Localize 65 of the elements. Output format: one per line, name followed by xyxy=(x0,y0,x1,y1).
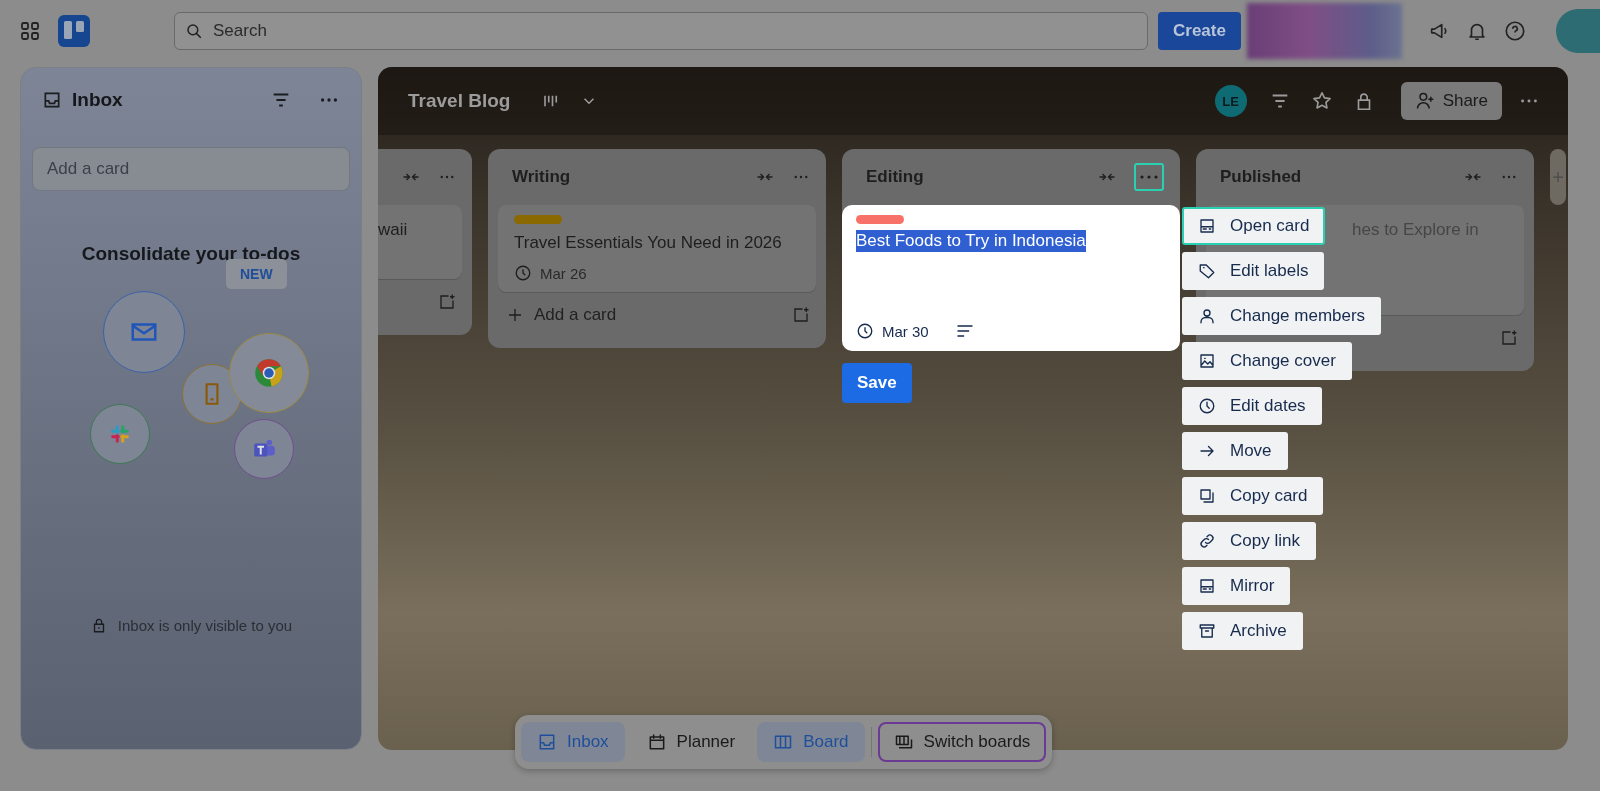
menu-item[interactable]: Move xyxy=(1182,432,1288,470)
search-field[interactable]: Search xyxy=(174,12,1148,50)
menu-item[interactable]: Open card xyxy=(1182,207,1326,245)
share-button[interactable]: Share xyxy=(1400,82,1502,120)
plus-icon xyxy=(506,306,524,324)
clock-icon xyxy=(1198,397,1216,415)
nav-tab[interactable]: Planner xyxy=(630,722,752,762)
add-card-field[interactable]: Add a card xyxy=(32,147,350,191)
card[interactable]: Travel Essentials You Need in 2026 Mar 26 xyxy=(498,205,816,292)
board-title[interactable]: Travel Blog xyxy=(408,90,511,112)
due-date: Mar 26 xyxy=(540,264,587,282)
help-icon[interactable] xyxy=(1503,20,1526,42)
menu-item[interactable]: Change members xyxy=(1182,297,1382,335)
card-template-icon[interactable] xyxy=(1500,329,1518,347)
list-title[interactable]: Published xyxy=(1220,167,1302,187)
inbox-icon xyxy=(537,732,557,752)
hash-icon xyxy=(109,423,131,445)
inbox-title: Inbox xyxy=(72,89,123,111)
columns-icon xyxy=(773,732,794,752)
menu-item[interactable]: Edit labels xyxy=(1182,252,1325,290)
archive-icon xyxy=(1198,622,1216,640)
menu-item[interactable]: Change cover xyxy=(1182,342,1352,380)
card-title: Travel Essentials You Need in 2026 xyxy=(514,232,783,254)
member-avatar[interactable]: LE xyxy=(1214,85,1247,117)
new-badge: NEW xyxy=(226,259,287,289)
privacy-note: Inbox is only visible to you xyxy=(117,616,293,634)
star-icon[interactable] xyxy=(1310,90,1333,112)
add-card-button[interactable]: Add a card xyxy=(506,305,617,325)
board-logo-icon[interactable] xyxy=(58,15,90,47)
card-title: waii xyxy=(378,219,409,241)
menu-item[interactable]: Edit dates xyxy=(1182,387,1322,425)
color-wheel-icon xyxy=(254,358,284,388)
tag-icon xyxy=(1198,262,1216,280)
plus-icon xyxy=(1553,172,1563,182)
card-editor[interactable]: Best Foods to Try in Indonesia Mar 30 xyxy=(842,205,1180,351)
clock-icon xyxy=(856,322,874,340)
card-title-field[interactable]: Best Foods to Try in Indonesia xyxy=(856,230,1086,252)
more-icon xyxy=(1140,175,1158,179)
apps-grid-icon[interactable] xyxy=(20,21,40,41)
create-button[interactable]: Create xyxy=(1158,12,1241,50)
menu-item[interactable]: Copy link xyxy=(1182,522,1316,560)
add-person-icon xyxy=(1414,91,1435,111)
search-icon xyxy=(185,22,203,40)
copy-icon xyxy=(1198,487,1216,505)
list-title[interactable]: Writing xyxy=(512,167,571,187)
menu-item[interactable]: Copy card xyxy=(1182,477,1324,515)
person-icon xyxy=(1198,307,1216,325)
list-menu-button[interactable] xyxy=(1134,163,1164,191)
nav-tab[interactable]: Switch boards xyxy=(877,722,1047,762)
card-icon xyxy=(1198,217,1216,235)
menu-item[interactable]: Mirror xyxy=(1182,567,1291,605)
add-list-button[interactable] xyxy=(1550,149,1566,205)
link-icon xyxy=(1198,532,1216,550)
stacked-boards-icon xyxy=(893,732,914,752)
due-date: Mar 30 xyxy=(882,322,929,340)
card-icon xyxy=(1198,577,1216,595)
inbox-icon xyxy=(42,90,62,110)
card-template-icon[interactable] xyxy=(792,306,810,324)
image-icon xyxy=(1198,352,1216,370)
card-template-icon[interactable] xyxy=(438,293,456,311)
list-title[interactable]: Editing xyxy=(866,167,924,187)
save-button[interactable]: Save xyxy=(842,363,912,403)
card[interactable]: waii xyxy=(378,205,462,279)
menu-item[interactable]: Archive xyxy=(1182,612,1303,650)
clock-icon xyxy=(514,264,532,282)
